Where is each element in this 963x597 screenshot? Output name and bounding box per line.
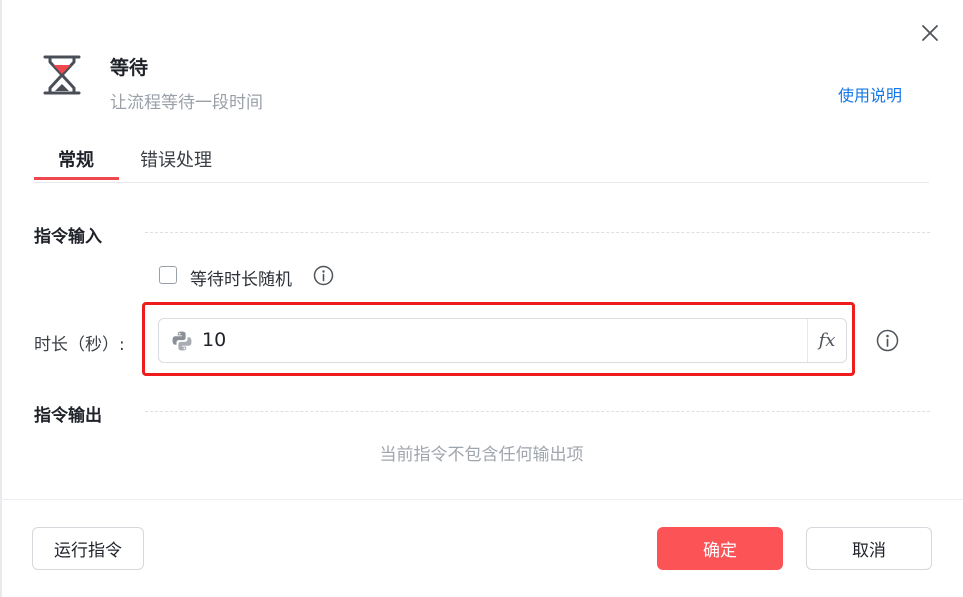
info-icon[interactable] (876, 329, 899, 352)
duration-value[interactable]: 10 (202, 329, 226, 351)
section-divider-output (145, 411, 930, 412)
tab-error-handling[interactable]: 错误处理 (140, 146, 212, 172)
run-command-button[interactable]: 运行指令 (32, 527, 144, 570)
tab-general[interactable]: 常规 (58, 146, 94, 172)
python-icon (171, 330, 193, 352)
fx-button[interactable]: fx (807, 319, 846, 362)
section-divider-input (145, 232, 930, 233)
duration-input[interactable]: 10 fx (158, 318, 847, 363)
confirm-button[interactable]: 确定 (657, 527, 783, 570)
wait-dialog: 等待 让流程等待一段时间 使用说明 常规 错误处理 指令输入 等待时长随机 时长… (0, 0, 963, 597)
info-icon[interactable] (313, 265, 334, 286)
section-title-output: 指令输出 (34, 406, 102, 426)
random-duration-checkbox[interactable] (159, 266, 177, 284)
hourglass-icon (40, 53, 84, 97)
close-icon[interactable] (917, 20, 943, 46)
random-duration-label[interactable]: 等待时长随机 (190, 265, 292, 290)
empty-output-message: 当前指令不包含任何输出项 (379, 445, 584, 465)
active-tab-indicator (34, 177, 119, 180)
section-title-input: 指令输入 (34, 227, 102, 247)
footer-divider (0, 499, 963, 500)
cancel-button[interactable]: 取消 (806, 527, 932, 570)
dialog-title: 等待 (110, 57, 149, 79)
dialog-left-border (0, 0, 2, 597)
help-link[interactable]: 使用说明 (838, 82, 902, 106)
dialog-subtitle: 让流程等待一段时间 (110, 93, 263, 113)
tab-bar: 常规 错误处理 (34, 140, 929, 183)
duration-label: 时长（秒）: (34, 335, 125, 355)
